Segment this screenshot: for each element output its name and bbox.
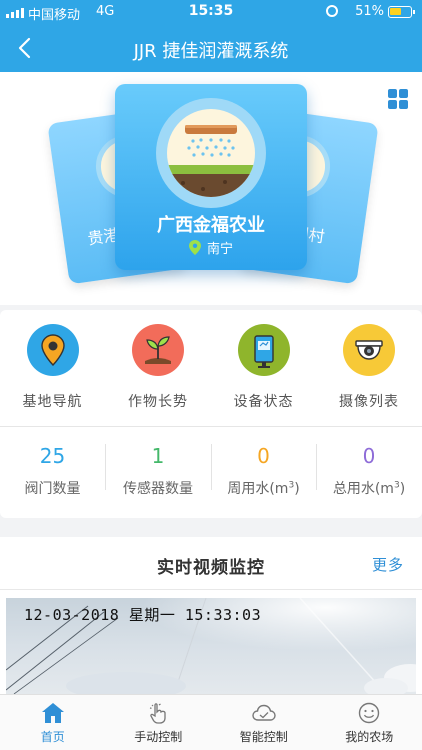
sprout-icon [132, 324, 184, 376]
stat-total-water-value: 0 [362, 444, 376, 468]
battery-icon [388, 6, 415, 18]
overview-panel: 基地导航 作物长势 设备状态 摄像列表 25 阀门数量 1 传感器数量 0 周用… [0, 310, 422, 518]
divider [0, 426, 422, 427]
stat-sensor-count-value: 1 [151, 444, 165, 468]
stat-weekly-water-value: 0 [257, 444, 270, 468]
video-feed[interactable]: 12-03-2018 星期一 15:33:03 [6, 598, 416, 694]
farm-card-current[interactable]: 广西金福农业 南宁 [115, 84, 307, 270]
grid-menu-icon[interactable] [388, 89, 408, 109]
stat-sensor-count-label: 传感器数量 [123, 481, 193, 497]
stat-total-water-label: 总用水(m3) [332, 480, 406, 497]
divider [0, 589, 422, 590]
irrigation-emblem-icon [156, 98, 266, 208]
section-title: 实时视频监控 [157, 558, 265, 578]
home-icon [41, 703, 64, 723]
stat-sensor-count[interactable]: 1 传感器数量 [106, 430, 211, 502]
menu-device-status[interactable]: 设备状态 [211, 324, 316, 411]
stat-valve-count-value: 25 [39, 444, 66, 468]
tab-my-farm-label: 我的农场 [345, 730, 394, 744]
menu-camera-list[interactable]: 摄像列表 [317, 324, 422, 411]
battery-percent: 51% [355, 4, 384, 19]
video-monitor-section: 实时视频监控 更多 12-03-2018 星期一 15:33:03 [0, 537, 422, 694]
device-icon [237, 324, 290, 376]
stat-valve-count[interactable]: 25 阀门数量 [0, 430, 105, 502]
tab-home-label: 首页 [40, 730, 65, 744]
location-pin-icon [188, 240, 201, 255]
tab-manual-control[interactable]: 手动控制 [106, 695, 212, 750]
farm-name: 广西金福农业 [157, 215, 265, 236]
farm-carousel[interactable]: 贵港 园村 广西金福农业 南宁 [0, 72, 422, 305]
cloud-icon [252, 704, 276, 721]
tab-my-farm[interactable]: 我的农场 [317, 695, 422, 750]
farm-location-text: 南宁 [206, 242, 233, 257]
tab-manual-control-label: 手动控制 [134, 730, 183, 744]
menu-device-status-label: 设备状态 [233, 394, 294, 410]
menu-crop-growth[interactable]: 作物长势 [106, 324, 211, 411]
tab-smart-control[interactable]: 智能控制 [211, 695, 317, 750]
tab-home[interactable]: 首页 [0, 695, 106, 750]
menu-crop-growth-label: 作物长势 [128, 394, 188, 410]
smiley-icon [359, 702, 380, 724]
page-title: JJR 捷佳润灌溉系统 [133, 41, 289, 62]
tab-smart-control-label: 智能控制 [239, 730, 288, 744]
map-pin-icon [26, 324, 79, 376]
more-link[interactable]: 更多 [372, 554, 404, 575]
menu-base-navigation[interactable]: 基地导航 [0, 324, 105, 411]
rotation-lock-icon [326, 5, 338, 17]
video-timestamp: 12-03-2018 星期一 15:33:03 [24, 606, 262, 624]
stat-weekly-water[interactable]: 0 周用水(m3) [211, 430, 316, 502]
farm-location: 南宁 [115, 238, 307, 257]
nav-bar: JJR 捷佳润灌溉系统 [0, 24, 422, 72]
stat-valve-count-label: 阀门数量 [24, 481, 81, 497]
menu-camera-list-label: 摄像列表 [339, 394, 399, 410]
stat-total-water[interactable]: 0 总用水(m3) [317, 430, 422, 502]
camera-icon [343, 324, 395, 376]
status-bar: 中国移动 4G 15:35 51% [0, 0, 422, 24]
menu-base-navigation-label: 基地导航 [22, 394, 83, 410]
bottom-tab-bar: 首页 手动控制 智能控制 我的农场 [0, 694, 422, 750]
hand-tap-icon [150, 703, 166, 724]
stat-weekly-water-label: 周用水(m3) [227, 480, 300, 497]
